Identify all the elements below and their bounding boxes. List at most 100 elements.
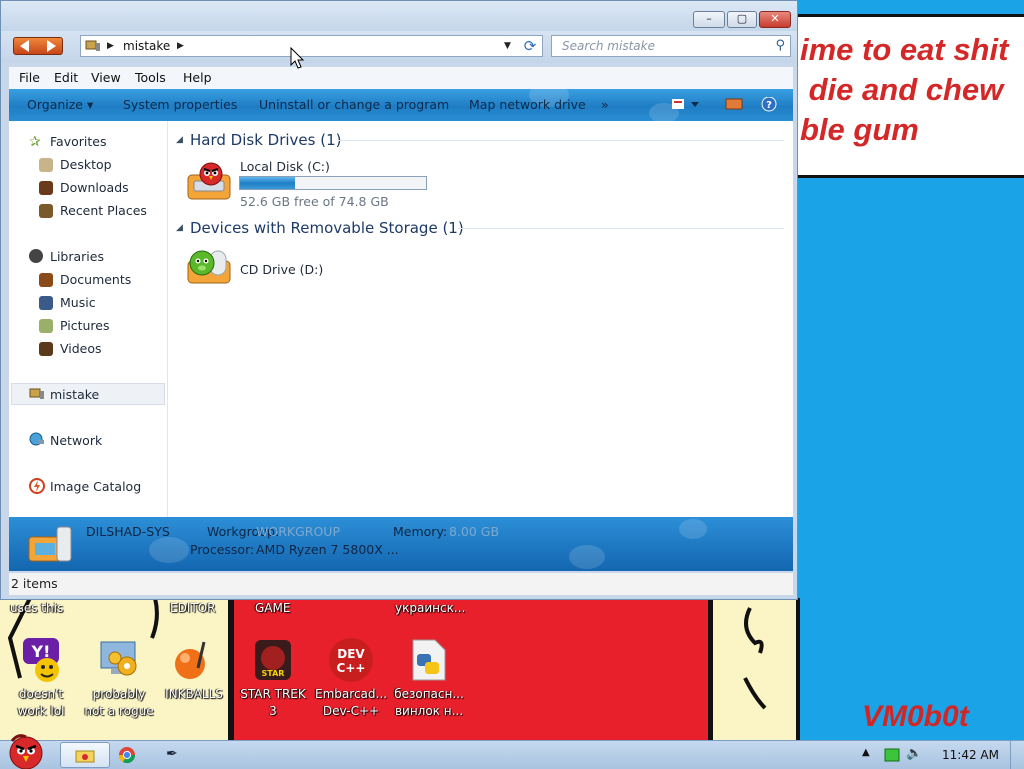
more-commands-button[interactable]: » [601,97,609,112]
breadcrumb-chevron-icon[interactable]: ▶ [107,41,114,51]
nav-recent-places[interactable]: Recent Places [60,203,147,218]
search-icon[interactable]: ⚲ [775,38,785,53]
nav-computer[interactable]: mistake [50,387,99,402]
desktop-icon-yahoo[interactable]: Y! doesn't work lol [0,636,82,720]
group-header-removable[interactable]: Devices with Removable Storage (1) [190,219,464,237]
desktop-icon-label: probably not a rogue [84,687,154,718]
clock[interactable]: 11:42 AM [942,748,999,762]
taskbar-chrome-button[interactable] [112,742,142,768]
gears-monitor-icon [95,636,143,684]
nav-libraries[interactable]: Libraries [50,249,104,264]
nav-music[interactable]: Music [60,295,96,310]
hard-drive-icon [187,162,231,200]
desktop-icon-label: безопасн... винлок н... [394,687,464,718]
drive-free-space: 52.6 GB free of 74.8 GB [240,194,389,209]
videos-icon [39,342,53,356]
computer-large-icon [28,526,72,562]
minimize-button[interactable]: – [693,11,725,28]
svg-text:STAR: STAR [262,669,285,678]
signature-text: VM0b0t [862,700,969,733]
navigation-pane: ✰ Favorites Desktop Downloads Recent Pla… [9,121,168,517]
map-network-drive-button[interactable]: Map network drive [469,97,586,112]
libraries-icon [29,249,43,263]
help-icon[interactable]: ? [761,97,777,113]
desktop-label[interactable]: EDITOR [170,600,215,617]
search-box[interactable]: Search mistake ⚲ [551,35,791,57]
show-desktop-button[interactable] [1010,741,1024,769]
drive-local-disk-c[interactable]: Local Disk (C:) 52.6 GB free of 74.8 GB [184,159,564,211]
address-dropdown-icon[interactable]: ▼ [504,41,511,51]
maximize-button[interactable]: ▢ [727,11,757,28]
python-file-icon [405,636,453,684]
details-pane: DILSHAD-SYS Workgroup: WORKGROUP Memory:… [9,517,793,571]
desktop-label[interactable]: GAME [255,600,290,617]
volume-icon[interactable]: 🔈 [906,746,922,761]
yahoo-messenger-icon: Y! [17,636,65,684]
refresh-icon[interactable]: ⟳ [520,37,540,55]
desktop-icon-python[interactable]: безопасн... винлок н... [388,636,470,720]
network-icon[interactable] [884,748,900,762]
start-button-icon[interactable] [2,731,50,769]
title-bar[interactable]: – ▢ ✕ [1,1,797,31]
system-properties-button[interactable]: System properties [123,97,237,112]
preview-pane-icon[interactable] [725,97,743,111]
collapse-group-icon[interactable]: ◢ [176,223,183,233]
computer-icon [29,388,44,399]
menu-tools[interactable]: Tools [135,70,166,85]
close-button[interactable]: ✕ [759,11,791,28]
menu-edit[interactable]: Edit [54,70,78,85]
chrome-icon [118,747,136,764]
forward-arrow-icon[interactable] [47,40,56,52]
nav-videos[interactable]: Videos [60,341,102,356]
menu-bar: File Edit View Tools Help [9,67,793,90]
address-bar[interactable]: ▶ mistake ▶ ▼ [80,35,543,57]
taskbar-pen-app-button[interactable]: ✒ [146,742,196,768]
recent-places-icon [39,204,53,218]
menu-help[interactable]: Help [183,70,212,85]
nav-image-catalog[interactable]: Image Catalog [50,479,141,494]
nav-downloads[interactable]: Downloads [60,180,129,195]
organize-button[interactable]: Organize ▾ [27,97,93,112]
desktop-folder-icon [39,158,53,172]
computer-icon [85,40,100,51]
desktop-label[interactable]: украинск... [395,600,465,617]
search-input[interactable]: Search mistake [562,39,655,53]
item-count: 2 items [11,576,58,591]
menu-view[interactable]: View [91,70,121,85]
memory-label: Memory: [393,524,448,539]
nav-documents[interactable]: Documents [60,272,131,287]
change-view-icon[interactable] [671,97,701,111]
drive-usage-bar [239,176,427,190]
group-divider [458,228,784,229]
group-header-hard-disks[interactable]: Hard Disk Drives (1) [190,131,341,149]
back-forward-buttons[interactable] [13,37,63,55]
command-bar: Organize ▾ System properties Uninstall o… [9,89,793,121]
drive-cd-d[interactable]: CD Drive (D:) [184,245,384,289]
breadcrumb-chevron-icon[interactable]: ▶ [177,41,184,51]
processor-label: Processor: [190,542,255,557]
nav-favorites[interactable]: Favorites [50,134,106,149]
desktop-label[interactable]: uses this [10,600,63,617]
back-arrow-icon[interactable] [20,40,29,52]
drive-usage-fill [240,177,296,189]
downloads-icon [39,181,53,195]
menu-file[interactable]: File [19,70,40,85]
collapse-group-icon[interactable]: ◢ [176,135,183,145]
desktop-icon-inkballs[interactable]: INKBALLS [153,636,235,703]
desktop-icon-label: INKBALLS [165,687,223,701]
inkball-icon [170,636,218,684]
taskbar-explorer-button[interactable] [60,742,110,768]
nav-desktop[interactable]: Desktop [60,157,112,172]
image-catalog-icon [29,478,45,494]
desktop-icon-startrek[interactable]: STAR STAR TREK 3 [232,636,314,720]
breadcrumb-current[interactable]: mistake [123,39,170,53]
star-icon: ✰ [29,134,41,150]
documents-icon [39,273,53,287]
nav-pictures[interactable]: Pictures [60,318,110,333]
uninstall-program-button[interactable]: Uninstall or change a program [259,97,449,112]
show-hidden-icons[interactable]: ▲ [862,747,870,758]
devcpp-icon: DEV C++ [327,636,375,684]
desktop-icon-rogue[interactable]: probably not a rogue [78,636,160,720]
nav-network[interactable]: Network [50,433,102,448]
desktop-icon-devcpp[interactable]: DEV C++ Embarcad... Dev-C++ [310,636,392,720]
